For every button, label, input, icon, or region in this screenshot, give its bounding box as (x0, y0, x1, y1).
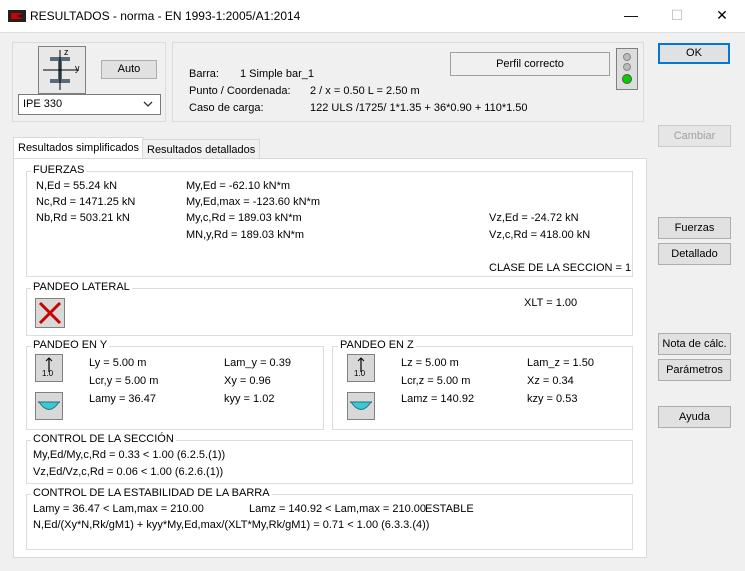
ly-value: Ly = 5.00 m (89, 357, 147, 369)
xz-value: Xz = 0.34 (527, 375, 574, 387)
auto-button[interactable]: Auto (101, 60, 157, 79)
lamz-value: Lamz = 140.92 (401, 393, 475, 405)
window-title: RESULTADOS - norma - EN 1993-1:2005/A1:2… (30, 9, 301, 23)
buckling-y-coef: 1.0 (42, 369, 54, 378)
profile-section-icon[interactable]: z y (38, 46, 86, 94)
lateral-buckling-disabled-icon (35, 298, 65, 328)
section-select[interactable]: IPE 330 (18, 94, 161, 115)
lcr-y-value: Lcr,y = 5.00 m (89, 375, 159, 387)
close-button[interactable]: ✕ (699, 0, 745, 32)
lamy-value: Lamy = 36.47 (89, 393, 156, 405)
lamy-check: Lamy = 36.47 < Lam,max = 210.00 (33, 503, 204, 515)
lam-y-rel-value: Lam_y = 0.39 (224, 357, 291, 369)
buckling-mode-z-icon[interactable] (347, 392, 375, 420)
vz-ed-value: Vz,Ed = -24.72 kN (489, 212, 579, 224)
pandeo-lateral-title: PANDEO LATERAL (31, 281, 132, 293)
minimize-button[interactable]: — (608, 0, 654, 32)
control-seccion-line1: My,Ed/My,c,Rd = 0.33 < 1.00 (6.2.5.(1)) (33, 449, 226, 461)
title-bar: RESULTADOS - norma - EN 1993-1:2005/A1:2… (0, 0, 745, 32)
traffic-light-icon (616, 48, 638, 90)
ok-button[interactable]: OK (658, 43, 730, 64)
kzy-value: kzy = 0.53 (527, 393, 578, 405)
pandeo-z-title: PANDEO EN Z (338, 339, 416, 351)
my-ed-value: My,Ed = -62.10 kN*m (186, 180, 291, 192)
buckling-length-z-icon[interactable]: 1.0 (347, 354, 375, 382)
app-logo-icon (8, 10, 26, 22)
caso-value: 122 ULS /1725/ 1*1.35 + 36*0.90 + 110*1.… (310, 102, 528, 114)
fuerzas-button[interactable]: Fuerzas (658, 217, 731, 239)
my-ed-max-value: My,Ed,max = -123.60 kN*m (186, 196, 320, 208)
barra-label: Barra: (189, 68, 219, 80)
punto-label: Punto / Coordenada: (189, 85, 291, 97)
pandeo-y-title: PANDEO EN Y (31, 339, 110, 351)
estable-status: ESTABLE (425, 503, 474, 515)
nb-rd-value: Nb,Rd = 503.21 kN (36, 212, 130, 224)
lamz-check: Lamz = 140.92 < Lam,max = 210.00 (249, 503, 427, 515)
fuerzas-title: FUERZAS (31, 164, 87, 176)
punto-value: 2 / x = 0.50 L = 2.50 m (310, 85, 420, 97)
axis-z-label: z (64, 47, 69, 57)
ayuda-button[interactable]: Ayuda (658, 406, 731, 428)
section-select-value: IPE 330 (23, 98, 63, 110)
n-ed-value: N,Ed = 55.24 kN (36, 180, 118, 192)
chevron-down-icon (143, 101, 153, 107)
clase-seccion: CLASE DE LA SECCION = 1 (489, 262, 632, 274)
nc-rd-value: Nc,Rd = 1471.25 kN (36, 196, 136, 208)
caso-label: Caso de carga: (189, 102, 264, 114)
axis-y-label: y (75, 63, 80, 73)
control-seccion-title: CONTROL DE LA SECCIÓN (31, 433, 176, 445)
detallado-button[interactable]: Detallado (658, 243, 731, 265)
tab-resultados-detallados[interactable]: Resultados detallados (142, 139, 261, 160)
control-seccion-line2: Vz,Ed/Vz,c,Rd = 0.06 < 1.00 (6.2.6.(1)) (33, 466, 224, 478)
xy-value: Xy = 0.96 (224, 375, 271, 387)
nota-calc-button[interactable]: Nota de cálc. (658, 333, 731, 355)
control-estabilidad-title: CONTROL DE LA ESTABILIDAD DE LA BARRA (31, 487, 272, 499)
kyy-value: kyy = 1.02 (224, 393, 275, 405)
lcr-z-value: Lcr,z = 5.00 m (401, 375, 471, 387)
xlt-value: XLT = 1.00 (524, 297, 578, 309)
status-text: Perfil correcto (496, 58, 564, 70)
parametros-button[interactable]: Parámetros (658, 359, 731, 381)
buckling-mode-y-icon[interactable] (35, 392, 63, 420)
vz-c-rd-value: Vz,c,Rd = 418.00 kN (489, 229, 591, 241)
cambiar-button[interactable]: Cambiar (658, 125, 731, 147)
barra-value: 1 Simple bar_1 (240, 68, 314, 80)
buckling-length-y-icon[interactable]: 1.0 (35, 354, 63, 382)
pandeo-lateral-group (26, 288, 633, 336)
maximize-button[interactable]: ☐ (654, 0, 700, 32)
lam-z-rel-value: Lam_z = 1.50 (527, 357, 594, 369)
my-c-rd-value: My,c,Rd = 189.03 kN*m (186, 212, 302, 224)
status-box: Perfil correcto (450, 52, 610, 76)
tab-resultados-simplificados[interactable]: Resultados simplificados (13, 137, 145, 160)
mn-y-rd-value: MN,y,Rd = 189.03 kN*m (186, 229, 305, 241)
lz-value: Lz = 5.00 m (401, 357, 459, 369)
stability-formula: N,Ed/(Xy*N,Rk/gM1) + kyy*My,Ed,max/(XLT*… (33, 519, 430, 531)
buckling-z-coef: 1.0 (354, 369, 366, 378)
